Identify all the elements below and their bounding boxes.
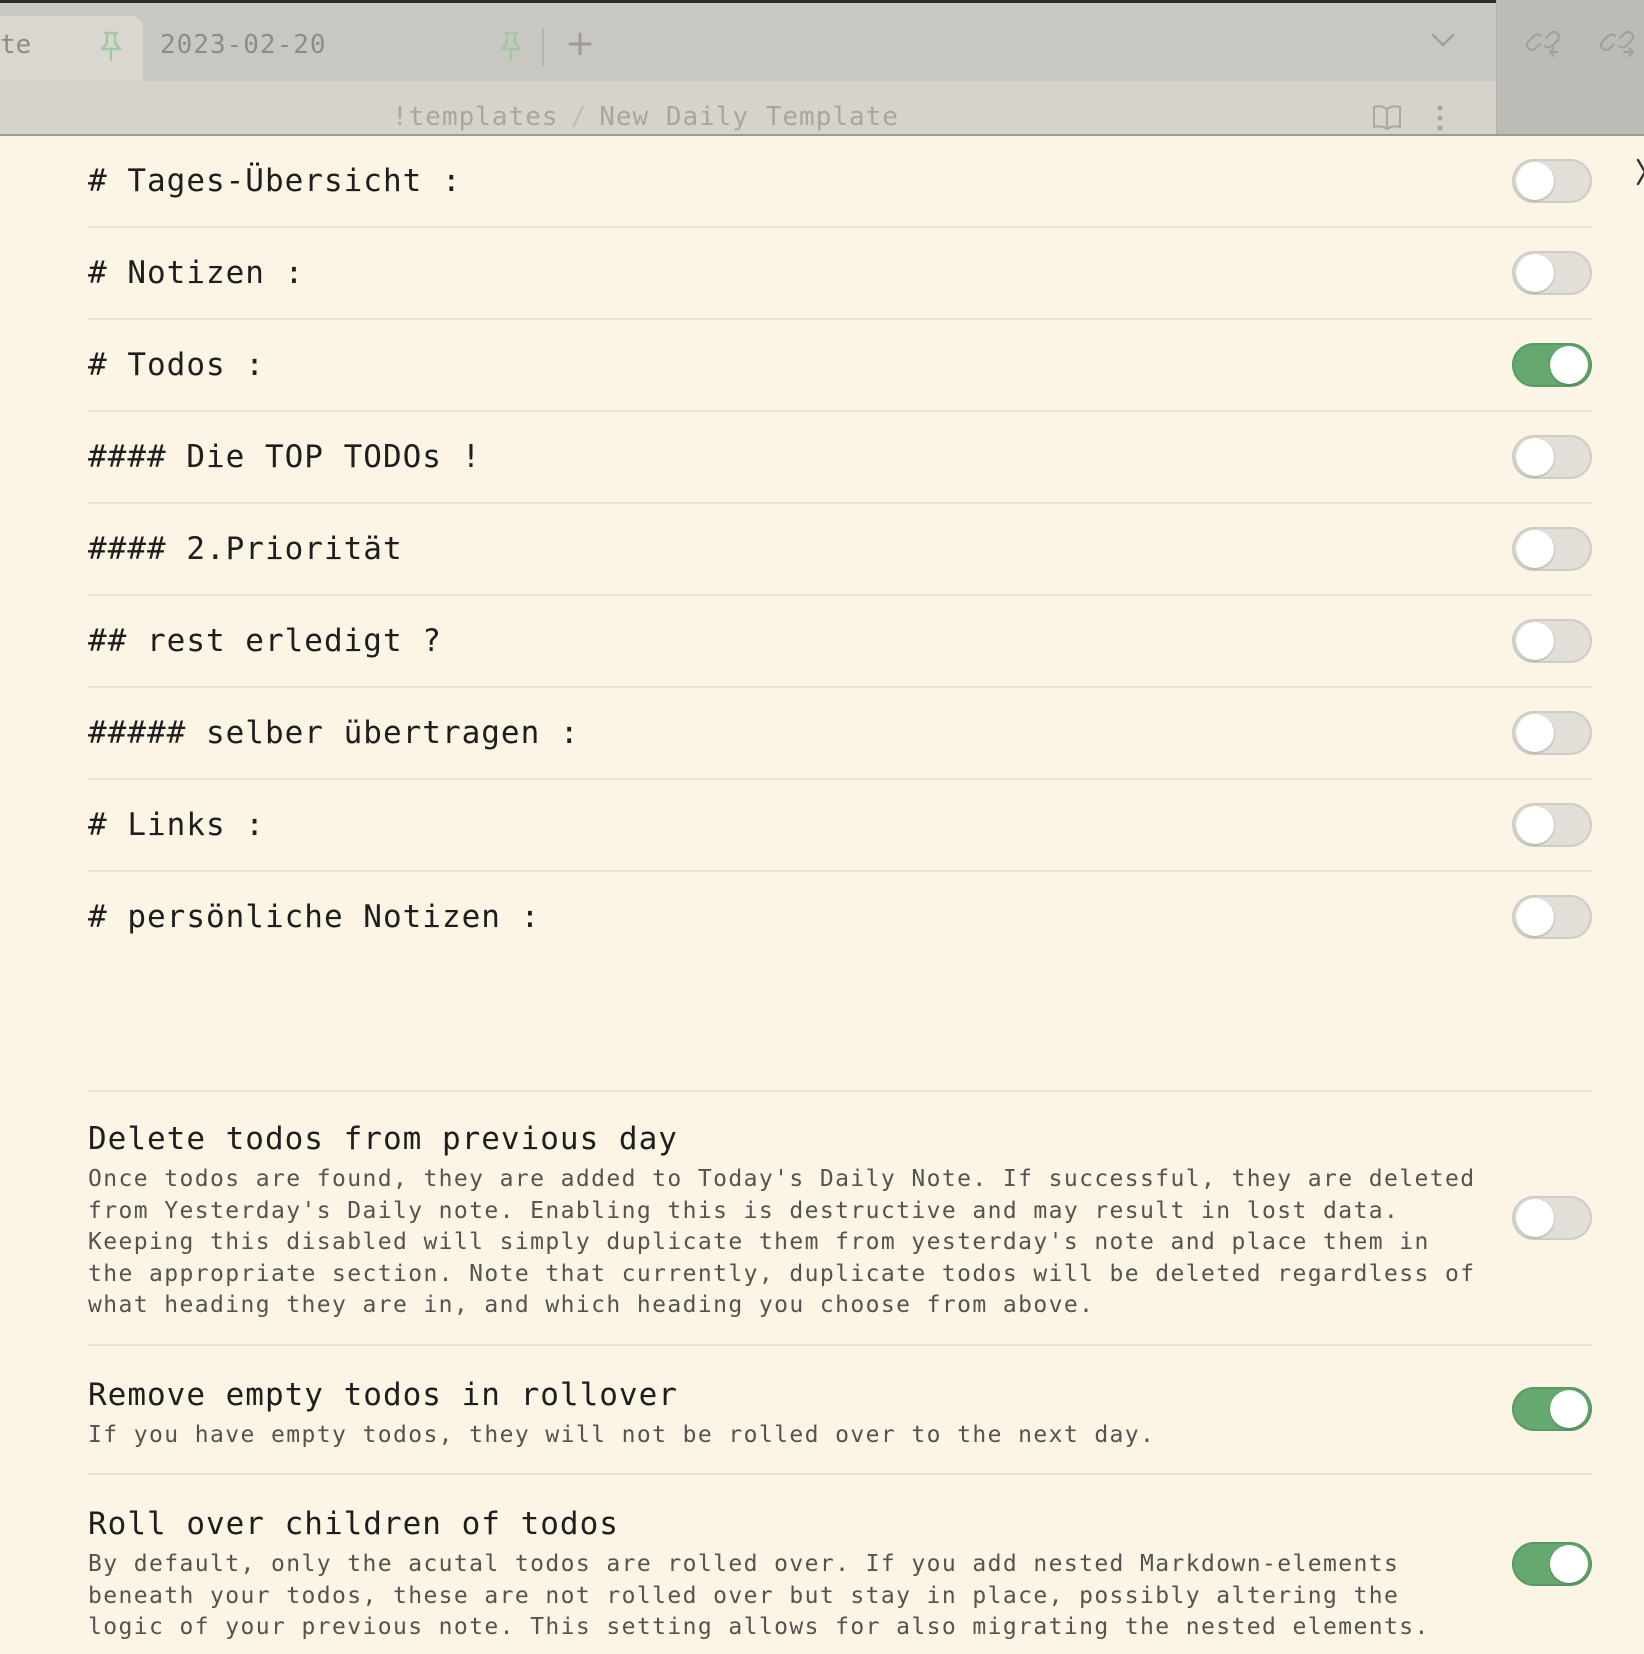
setting-rollover-children: Roll over children of todos By default, … [88,1475,1592,1654]
toggle-knob [1516,714,1554,752]
toggle-knob [1516,162,1554,200]
heading-option-label: # Todos : [88,347,265,383]
reading-view-icon[interactable] [1372,104,1402,130]
heading-option-row: #### 2.Priorität [88,504,1592,596]
delete-todos-toggle[interactable] [1512,1195,1592,1240]
setting-delete-todos: Delete todos from previous day Once todo… [88,1092,1592,1346]
breadcrumb-folder[interactable]: !templates [392,102,559,132]
toggle-knob [1516,530,1554,568]
heading-toggle[interactable] [1512,619,1592,663]
heading-toggle[interactable] [1512,343,1592,387]
heading-toggle[interactable] [1512,895,1592,939]
rollover-settings-panel: # Tages-Übersicht : # Notizen : # Todos … [88,136,1592,1654]
close-icon[interactable] [1636,156,1644,188]
toggle-knob [1516,898,1554,936]
breadcrumb-file[interactable]: New Daily Template [599,102,899,132]
heading-option-row: ##### selber übertragen : [88,688,1592,780]
incoming-links-icon[interactable] [1526,24,1564,60]
setting-description: By default, only the acutal todos are ro… [88,1551,1430,1640]
breadcrumb-separator: / [570,102,588,132]
setting-description: If you have empty todos, they will not b… [88,1421,1156,1448]
tab-divider [542,28,544,66]
section-divider [88,962,1592,1092]
heading-option-row: #### Die TOP TODOs ! [88,412,1592,504]
rollover-children-toggle[interactable] [1512,1542,1592,1587]
setting-info: Delete todos from previous day Once todo… [88,1120,1478,1322]
heading-option-label: # persönliche Notizen : [88,899,541,935]
toggle-knob [1550,346,1588,384]
heading-option-label: #### Die TOP TODOs ! [88,439,482,475]
heading-option-row: # Tages-Übersicht : [88,136,1592,228]
heading-option-label: # Links : [88,807,265,843]
chevron-down-icon[interactable] [1430,30,1456,50]
breadcrumb: !templates / New Daily Template [392,102,899,132]
toggle-knob [1550,1390,1588,1429]
heading-option-label: ##### selber übertragen : [88,715,580,751]
setting-name: Remove empty todos in rollover [88,1376,678,1413]
outgoing-links-icon[interactable] [1600,24,1638,60]
toggle-knob [1516,622,1554,660]
setting-name: Delete todos from previous day [88,1121,678,1157]
setting-description: Once todos are found, they are added to … [88,1166,1476,1318]
heading-toggle[interactable] [1512,435,1592,479]
right-sidebar-header [1496,0,1644,134]
heading-option-row: ## rest erledigt ? [88,596,1592,688]
more-options-icon[interactable] [1436,104,1444,132]
heading-option-row: # Links : [88,780,1592,872]
toggle-knob [1516,254,1554,292]
heading-option-label: ## rest erledigt ? [88,623,442,659]
setting-remove-empty-todos: Remove empty todos in rollover If you ha… [88,1346,1592,1475]
window-top-edge [0,0,1644,3]
pin-icon[interactable] [498,30,524,62]
heading-option-label: # Notizen : [88,255,305,291]
toggle-knob [1516,438,1554,476]
heading-toggle[interactable] [1512,527,1592,571]
new-tab-button[interactable]: + [565,26,595,62]
tab-title: te [0,30,32,60]
setting-name: Roll over children of todos [88,1506,619,1542]
heading-toggle[interactable] [1512,803,1592,847]
heading-option-label: # Tages-Übersicht : [88,163,462,199]
toggle-knob [1516,806,1554,844]
pin-icon[interactable] [98,30,124,62]
heading-toggle[interactable] [1512,251,1592,295]
tab-2023-02-20[interactable]: 2023-02-20 [160,30,327,60]
toggle-knob [1516,1198,1554,1237]
setting-info: Roll over children of todos By default, … [88,1505,1478,1644]
heading-toggle[interactable] [1512,711,1592,755]
toggle-knob [1550,1545,1588,1584]
heading-toggle[interactable] [1512,159,1592,203]
heading-option-row: # Todos : [88,320,1592,412]
heading-option-row: # persönliche Notizen : [88,872,1592,962]
remove-empty-todos-toggle[interactable] [1512,1387,1592,1432]
setting-info: Remove empty todos in rollover If you ha… [88,1376,1478,1452]
heading-option-row: # Notizen : [88,228,1592,320]
heading-option-label: #### 2.Priorität [88,531,403,567]
